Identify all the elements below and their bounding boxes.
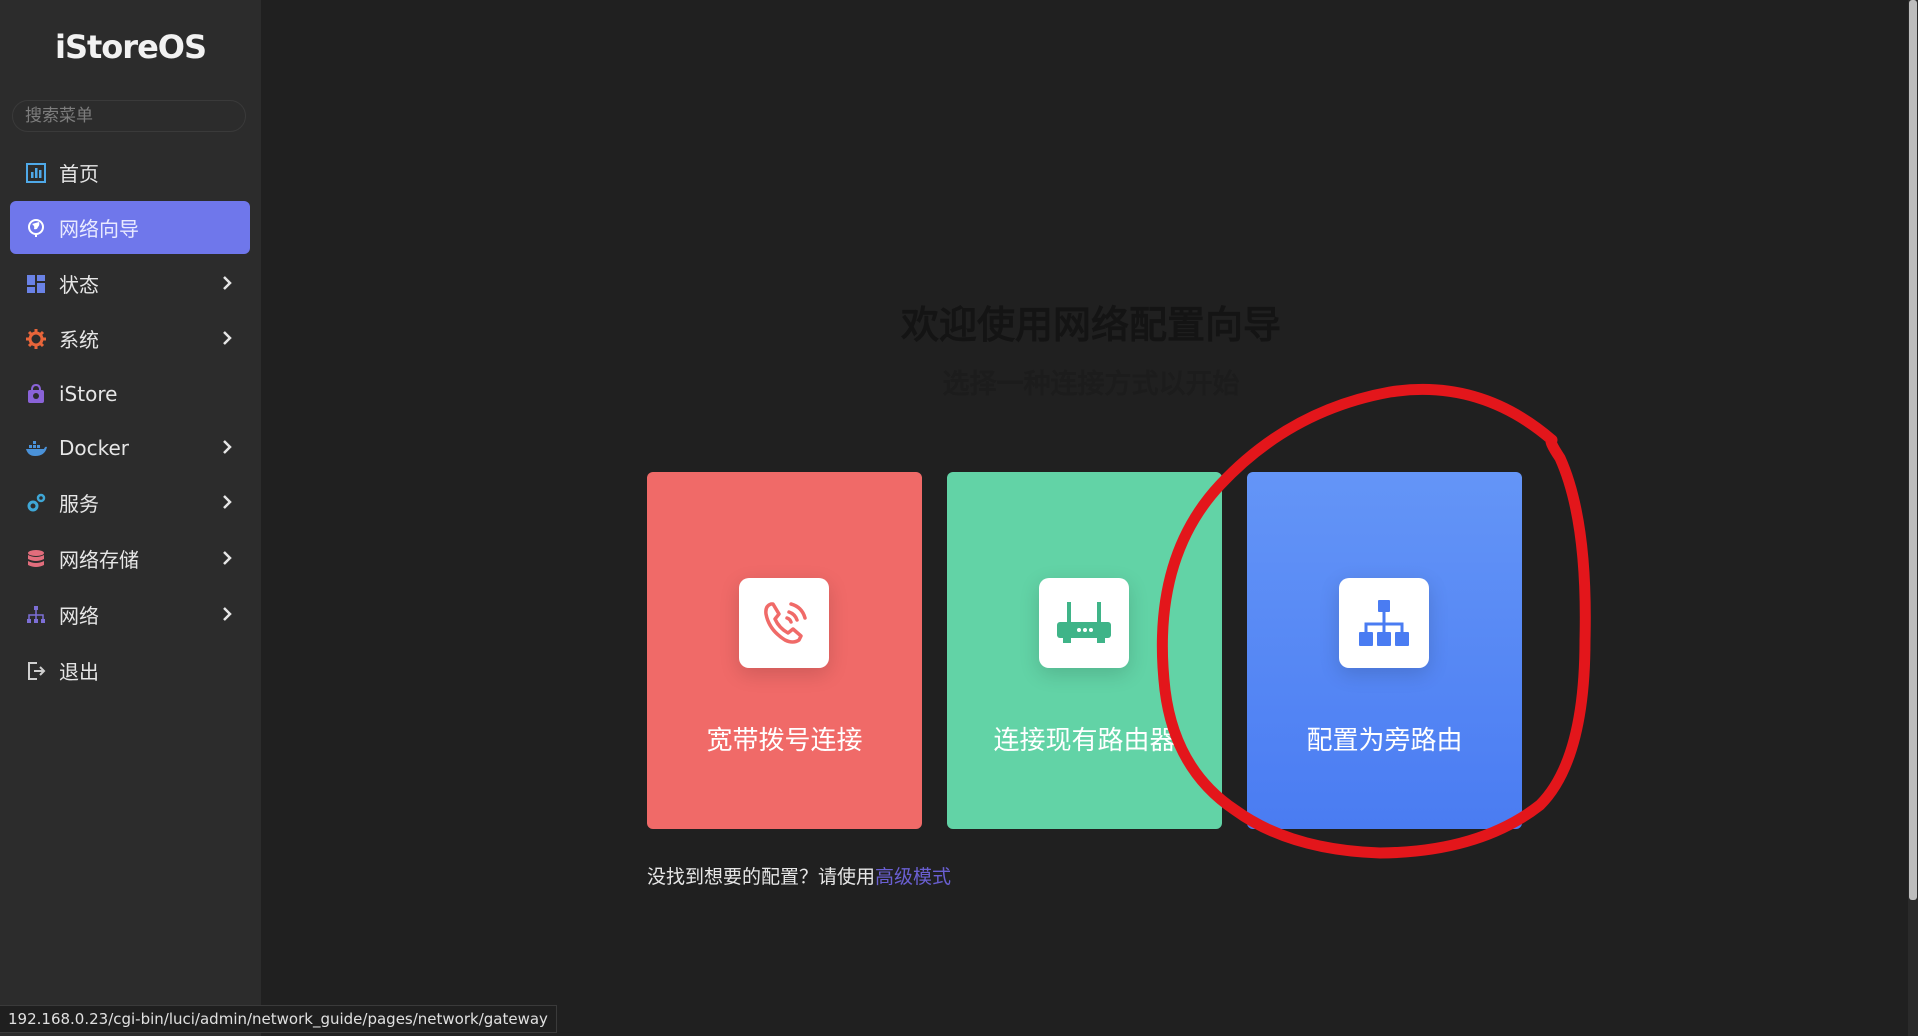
sidebar-item-logout[interactable]: 退出 xyxy=(10,644,250,697)
dashboard-icon xyxy=(25,162,47,184)
card-label: 连接现有路由器 xyxy=(993,726,1176,756)
status-url-bar: 192.168.0.23/cgi-bin/luci/admin/network_… xyxy=(0,1005,557,1033)
gear-icon xyxy=(25,328,47,350)
page-subtitle: 选择一种连接方式以开始 xyxy=(942,369,1240,400)
scrollbar-thumb[interactable] xyxy=(1909,0,1917,900)
hint-text: 没找到想要的配置？请使用 xyxy=(647,866,876,888)
sidebar-item-label: iStore xyxy=(59,381,118,406)
card-label: 宽带拨号连接 xyxy=(706,726,863,756)
chevron-right-icon xyxy=(223,551,232,565)
sidebar: iStoreOS 首页 网络向导 状态 系统 iStore xyxy=(0,0,261,1036)
chevron-right-icon xyxy=(223,495,232,509)
advanced-mode-hint: 没找到想要的配置？请使用高级模式 xyxy=(647,862,951,889)
logout-icon xyxy=(25,660,47,682)
sidebar-item-services[interactable]: 服务 xyxy=(10,476,250,529)
sidebar-item-label: 网络向导 xyxy=(59,217,139,241)
card-label: 配置为旁路由 xyxy=(1306,726,1463,756)
gears-icon xyxy=(25,492,47,514)
chevron-right-icon xyxy=(223,276,232,290)
sidebar-item-label: 系统 xyxy=(59,328,99,352)
network-icon xyxy=(25,604,47,626)
sidebar-item-label: 退出 xyxy=(59,660,99,684)
sidebar-item-system[interactable]: 系统 xyxy=(10,312,250,365)
chevron-right-icon xyxy=(223,607,232,621)
router-icon xyxy=(1039,578,1129,668)
sitemap-icon xyxy=(1339,578,1429,668)
page-title: 欢迎使用网络配置向导 xyxy=(900,303,1281,347)
advanced-mode-link[interactable]: 高级模式 xyxy=(875,866,951,888)
sidebar-item-network[interactable]: 网络 xyxy=(10,588,250,641)
chevron-right-icon xyxy=(223,440,232,454)
chevron-right-icon xyxy=(223,331,232,345)
sidebar-item-home[interactable]: 首页 xyxy=(10,146,250,199)
sidebar-item-label: 网络 xyxy=(59,604,99,628)
card-bypass-router[interactable]: 配置为旁路由 xyxy=(1247,472,1522,829)
grid-icon xyxy=(25,273,47,295)
sidebar-item-label: 服务 xyxy=(59,492,99,516)
search-input[interactable] xyxy=(12,100,246,132)
app-logo[interactable]: iStoreOS xyxy=(0,28,261,66)
phone-icon xyxy=(739,578,829,668)
sidebar-item-label: Docker xyxy=(59,435,130,460)
sidebar-item-network-guide[interactable]: 网络向导 xyxy=(10,201,250,254)
sidebar-item-label: 网络存储 xyxy=(59,548,139,572)
main-content: 欢迎使用网络配置向导 选择一种连接方式以开始 宽带拨号连接 连接现有路由器 配置… xyxy=(261,0,1918,1036)
docker-icon xyxy=(25,437,47,459)
sidebar-item-label: 状态 xyxy=(59,273,99,297)
scrollbar[interactable] xyxy=(1908,0,1918,1036)
database-icon xyxy=(25,548,47,570)
sidebar-item-istore[interactable]: iStore xyxy=(10,367,250,420)
sidebar-item-label: 首页 xyxy=(59,162,99,186)
globe-icon xyxy=(25,217,47,239)
card-connect-router[interactable]: 连接现有路由器 xyxy=(947,472,1222,829)
store-icon xyxy=(25,383,47,405)
sidebar-item-status[interactable]: 状态 xyxy=(10,257,250,310)
sidebar-item-network-storage[interactable]: 网络存储 xyxy=(10,532,250,585)
sidebar-item-docker[interactable]: Docker xyxy=(10,421,250,474)
card-pppoe-dialup[interactable]: 宽带拨号连接 xyxy=(647,472,922,829)
